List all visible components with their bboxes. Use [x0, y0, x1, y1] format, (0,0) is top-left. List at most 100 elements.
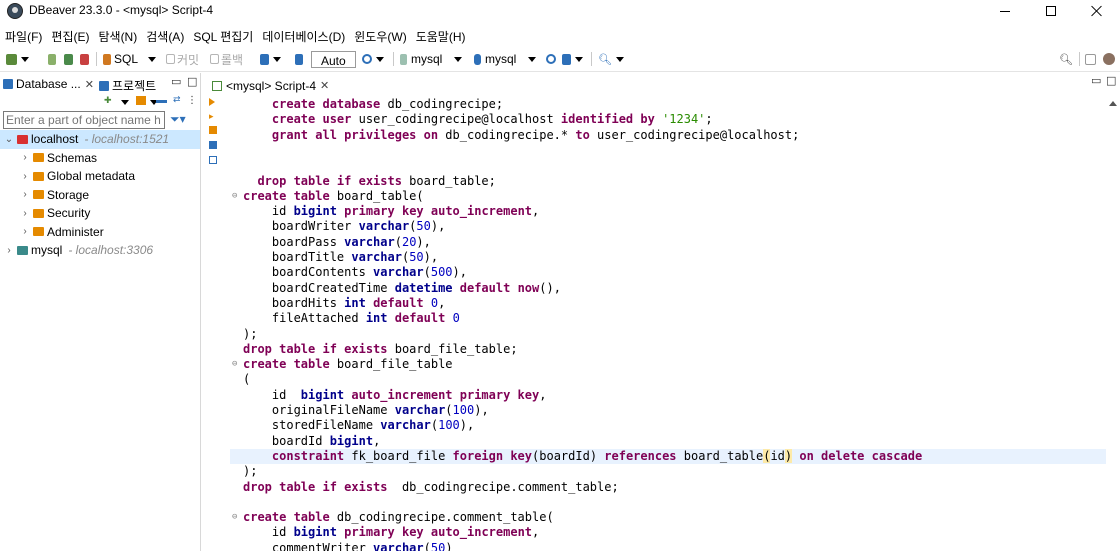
maximize-editor-button[interactable]: □	[1106, 74, 1116, 87]
lock-button[interactable]	[295, 51, 303, 67]
maximize-panel-button[interactable]: □	[187, 75, 197, 88]
sql-editor-button[interactable]: SQL	[103, 51, 157, 67]
new-connection-icon[interactable]: ✚	[104, 96, 112, 106]
code-line[interactable]: fileAttached int default 0	[230, 311, 1106, 326]
code-line[interactable]: boardTitle varchar(50),	[230, 250, 1106, 265]
code-line[interactable]: boardCreatedTime datetime default now(),	[230, 281, 1106, 296]
menu-help[interactable]: 도움말(H)	[411, 24, 470, 46]
code-line[interactable]: boardContents varchar(500),	[230, 265, 1106, 280]
code-line[interactable]: );	[230, 464, 1106, 479]
tab-projects[interactable]: 프로젝트	[99, 77, 156, 94]
output-panel-icon[interactable]	[209, 156, 217, 164]
tree-node-administer[interactable]: › Administer	[0, 223, 200, 242]
chevron-right-icon[interactable]: ›	[19, 189, 31, 200]
code-line[interactable]: );	[230, 327, 1106, 342]
code-line[interactable]: originalFileName varchar(100),	[230, 403, 1106, 418]
code-line[interactable]: grant all privileges on db_codingrecipe.…	[230, 128, 1106, 143]
vertical-scrollbar[interactable]	[1106, 95, 1120, 551]
fold-toggle-icon[interactable]: ⊖	[232, 510, 237, 525]
collapse-all-icon[interactable]	[156, 100, 167, 103]
explain-plan-icon[interactable]	[209, 141, 217, 149]
close-icon[interactable]: ✕	[320, 79, 329, 92]
execute-statement-icon[interactable]	[209, 98, 215, 106]
sql-editor[interactable]: create database db_codingrecipe; create …	[230, 95, 1106, 551]
menu-sql-editor[interactable]: SQL 편집기	[188, 24, 257, 46]
chevron-down-icon[interactable]	[121, 100, 129, 105]
explain-button[interactable]	[546, 51, 556, 67]
filter-icon[interactable]: ⏷▾	[170, 112, 186, 127]
toolbar-search-button[interactable]: 🔍︎	[598, 51, 624, 67]
commit-button[interactable]: 커밋	[166, 51, 199, 67]
transaction-mode-button[interactable]	[260, 51, 281, 67]
chevron-right-icon[interactable]: ›	[19, 226, 31, 237]
execute-script-icon[interactable]: ▸	[209, 112, 214, 122]
tree-node-security[interactable]: › Security	[0, 204, 200, 223]
tree-node-storage[interactable]: › Storage	[0, 186, 200, 205]
new-connection-button[interactable]	[6, 51, 29, 67]
perspective-button[interactable]	[1085, 51, 1096, 67]
code-line[interactable]: create database db_codingrecipe;	[230, 97, 1106, 112]
schema-selector[interactable]: mysql	[474, 51, 537, 67]
global-search-button[interactable]: 🔍︎	[1059, 51, 1073, 67]
menu-search[interactable]: 검색(A)	[141, 24, 188, 46]
code-line[interactable]: create user user_codingrecipe@localhost …	[230, 112, 1106, 127]
rollback-button[interactable]: 롤백	[210, 51, 243, 67]
chevron-right-icon[interactable]: ›	[19, 152, 31, 163]
scroll-up-icon[interactable]	[1109, 101, 1117, 106]
commit-mode-field[interactable]: Auto	[311, 51, 356, 68]
chevron-right-icon[interactable]: ›	[19, 208, 31, 219]
minimize-panel-button[interactable]: ▭	[171, 75, 181, 88]
code-line[interactable]: constraint fk_board_file foreign key(boa…	[230, 448, 1106, 465]
menu-database[interactable]: 데이터베이스(D)	[257, 24, 349, 46]
folder-icon[interactable]	[136, 96, 146, 105]
fold-toggle-icon[interactable]: ⊖	[232, 189, 237, 204]
code-line[interactable]	[230, 158, 1106, 173]
datasource-selector[interactable]: mysql	[400, 51, 463, 67]
code-line[interactable]: boardWriter varchar(50),	[230, 219, 1106, 234]
code-line[interactable]	[230, 495, 1106, 510]
history-button[interactable]	[362, 51, 384, 67]
code-line[interactable]: drop table if exists board_file_table;	[230, 342, 1106, 357]
menu-file[interactable]: 파일(F)	[0, 24, 46, 46]
code-line[interactable]: storedFileName varchar(100),	[230, 418, 1106, 433]
code-line[interactable]: id bigint primary key auto_increment,	[230, 204, 1106, 219]
fold-toggle-icon[interactable]: ⊖	[232, 357, 237, 372]
tree-node-mysql[interactable]: › mysql - localhost:3306	[0, 241, 200, 260]
code-line[interactable]: drop table if exists db_codingrecipe.com…	[230, 480, 1106, 495]
code-line[interactable]	[230, 143, 1106, 158]
code-line[interactable]: boardId bigint,	[230, 434, 1106, 449]
code-line[interactable]: ⊖ create table board_file_table	[230, 357, 1106, 372]
code-line[interactable]: drop table if exists board_table;	[230, 174, 1106, 189]
code-line[interactable]: commentWriter varchar(50)	[230, 541, 1106, 551]
maximize-button[interactable]	[1028, 0, 1074, 22]
tab-database-navigator[interactable]: Database ... ✕	[3, 77, 94, 91]
chevron-down-icon[interactable]: ⌄	[3, 134, 15, 145]
tab-script-4[interactable]: <mysql> Script-4 ✕	[208, 76, 333, 95]
dbeaver-perspective-button[interactable]	[1103, 51, 1115, 67]
minimize-button[interactable]	[982, 0, 1028, 22]
code-line[interactable]: id bigint auto_increment primary key,	[230, 388, 1106, 403]
close-icon[interactable]: ✕	[85, 78, 94, 91]
chevron-right-icon[interactable]: ›	[19, 171, 31, 182]
output-button[interactable]	[562, 51, 583, 67]
invalidate-button[interactable]	[80, 51, 89, 67]
code-line[interactable]: ⊖ create table board_table(	[230, 189, 1106, 204]
tree-node-schemas[interactable]: › Schemas	[0, 149, 200, 168]
menu-navigate[interactable]: 탐색(N)	[93, 24, 141, 46]
code-line[interactable]: id bigint primary key auto_increment,	[230, 525, 1106, 540]
chevron-right-icon[interactable]: ›	[3, 245, 15, 256]
navigator-filter-input[interactable]	[3, 111, 165, 129]
code-line[interactable]: boardHits int default 0,	[230, 296, 1106, 311]
code-line[interactable]: ⊖ create table db_codingrecipe.comment_ta…	[230, 510, 1106, 525]
menu-edit[interactable]: 편집(E)	[46, 24, 93, 46]
connect-button[interactable]	[48, 51, 56, 67]
minimize-editor-button[interactable]: ▭	[1091, 74, 1101, 87]
disconnect-button[interactable]	[64, 51, 73, 67]
link-editor-icon[interactable]: ⇄	[173, 95, 181, 105]
close-button[interactable]	[1074, 0, 1120, 22]
code-line[interactable]: boardPass varchar(20),	[230, 235, 1106, 250]
code-line[interactable]: (	[230, 372, 1106, 387]
tree-node-global-metadata[interactable]: › Global metadata	[0, 167, 200, 186]
view-menu-icon[interactable]: ⋮	[187, 95, 197, 106]
tree-node-localhost[interactable]: ⌄ localhost - localhost:1521	[0, 130, 200, 149]
